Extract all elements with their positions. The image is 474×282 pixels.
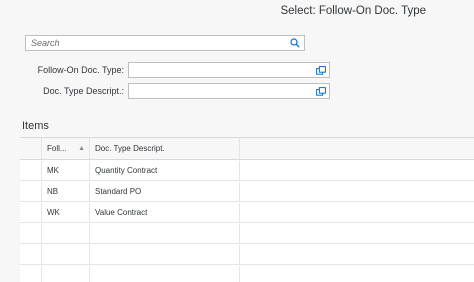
sort-ascending-icon: ▲: [78, 145, 85, 152]
dialog-title: Select: Follow-On Doc. Type: [280, 5, 426, 17]
value-help-icon[interactable]: [313, 84, 329, 98]
table-row[interactable]: NB Standard PO: [20, 182, 474, 202]
follow-on-doc-type-input[interactable]: [129, 63, 313, 77]
doc-type-descript-label: Doc. Type Descript.:: [43, 86, 124, 96]
row-selector[interactable]: [20, 203, 42, 222]
cell-desc: Value Contract: [90, 203, 240, 222]
doc-type-descript-field[interactable]: [128, 83, 330, 99]
column-header-follow-on[interactable]: Foll... ▲: [42, 138, 90, 159]
column-header-empty: [240, 138, 474, 159]
cell-empty: [240, 161, 474, 180]
table-row[interactable]: WK Value Contract: [20, 203, 474, 223]
items-table: Foll... ▲ Doc. Type Descript. MK Quantit…: [20, 137, 474, 282]
table-header-row: Foll... ▲ Doc. Type Descript.: [20, 138, 474, 160]
cell-code: WK: [42, 203, 90, 222]
row-selector[interactable]: [20, 161, 42, 180]
doc-type-descript-input[interactable]: [129, 84, 313, 98]
items-section-title: Items: [22, 120, 49, 132]
empty-table-row: [20, 245, 474, 265]
search-field[interactable]: [25, 35, 305, 51]
cell-code: MK: [42, 161, 90, 180]
cell-code: NB: [42, 182, 90, 201]
cell-desc: Quantity Contract: [90, 161, 240, 180]
column-header-label: Foll...: [47, 144, 67, 153]
empty-table-row: [20, 224, 474, 244]
table-row[interactable]: MK Quantity Contract: [20, 161, 474, 181]
follow-on-doc-type-field[interactable]: [128, 62, 330, 78]
cell-desc: Standard PO: [90, 182, 240, 201]
row-selector-header[interactable]: [20, 138, 42, 159]
row-selector[interactable]: [20, 182, 42, 201]
cell-empty: [240, 203, 474, 222]
cell-empty: [240, 182, 474, 201]
search-input[interactable]: [26, 36, 286, 50]
search-icon[interactable]: [286, 36, 304, 50]
select-dialog: Select: Follow-On Doc. Type Follow-On Do…: [0, 0, 474, 282]
column-header-descript[interactable]: Doc. Type Descript.: [90, 138, 240, 159]
empty-table-row: [20, 266, 474, 282]
value-help-icon[interactable]: [313, 63, 329, 77]
follow-on-doc-type-label: Follow-On Doc. Type:: [37, 65, 124, 75]
